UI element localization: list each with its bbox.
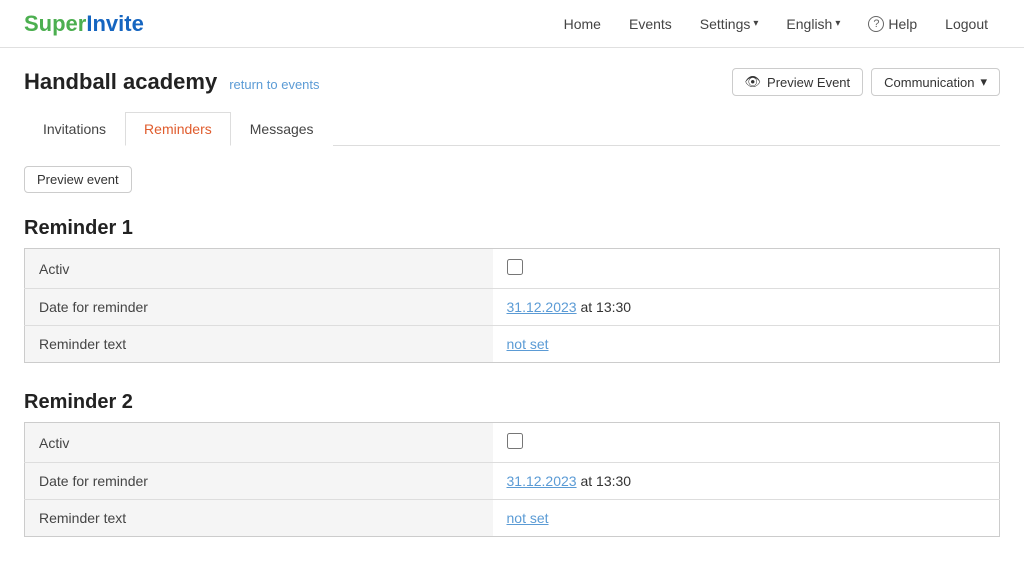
reminder-1-text-label: Reminder text bbox=[25, 326, 493, 363]
preview-event-section-button[interactable]: Preview event bbox=[24, 166, 132, 193]
communication-caret-icon: ▾ bbox=[980, 74, 987, 90]
nav-settings-dropdown[interactable]: Settings ▾ bbox=[688, 10, 771, 38]
nav-settings-label: Settings bbox=[700, 16, 751, 32]
reminder-2-title: Reminder 2 bbox=[24, 391, 1000, 414]
eye-icon: 👁 bbox=[745, 74, 762, 90]
reminder-1-active-cell bbox=[493, 249, 1000, 289]
help-circle-icon: ? bbox=[868, 16, 884, 32]
reminder-2-date-link[interactable]: 31.12.2023 bbox=[507, 473, 577, 489]
reminder-1-date-time: at 13:30 bbox=[577, 299, 632, 315]
nav-help-label: Help bbox=[888, 16, 917, 32]
reminder-2-date-label: Date for reminder bbox=[25, 463, 493, 500]
preview-event-button[interactable]: 👁 Preview Event bbox=[732, 68, 864, 96]
reminder-2-section: Reminder 2 Activ Date for reminder 31.12… bbox=[24, 391, 1000, 537]
language-caret-icon: ▾ bbox=[835, 18, 840, 29]
reminder-1-title: Reminder 1 bbox=[24, 217, 1000, 240]
table-row: Reminder text not set bbox=[25, 326, 1000, 363]
reminder-2-active-cell bbox=[493, 423, 1000, 463]
reminder-1-date-label: Date for reminder bbox=[25, 289, 493, 326]
table-row: Date for reminder 31.12.2023 at 13:30 bbox=[25, 289, 1000, 326]
nav-help[interactable]: ? Help bbox=[856, 10, 929, 38]
reminder-2-active-checkbox[interactable] bbox=[507, 433, 523, 449]
reminder-2-text-link[interactable]: not set bbox=[507, 510, 549, 526]
nav-home[interactable]: Home bbox=[552, 10, 613, 38]
nav-language-dropdown[interactable]: English ▾ bbox=[774, 10, 852, 38]
nav-links: Home Events Settings ▾ English ▾ ? Help … bbox=[552, 10, 1000, 38]
reminder-1-text-cell: not set bbox=[493, 326, 1000, 363]
brand-super: Super bbox=[24, 11, 86, 37]
page-title-group: Handball academy return to events bbox=[24, 69, 320, 95]
brand-logo[interactable]: SuperInvite bbox=[24, 11, 144, 37]
reminder-2-date-time: at 13:30 bbox=[577, 473, 632, 489]
reminder-1-date-cell: 31.12.2023 at 13:30 bbox=[493, 289, 1000, 326]
communication-label: Communication bbox=[884, 75, 974, 90]
table-row: Activ bbox=[25, 249, 1000, 289]
nav-events[interactable]: Events bbox=[617, 10, 684, 38]
main-content: Handball academy return to events 👁 Prev… bbox=[0, 48, 1024, 585]
reminder-1-active-label: Activ bbox=[25, 249, 493, 289]
table-row: Activ bbox=[25, 423, 1000, 463]
navbar: SuperInvite Home Events Settings ▾ Engli… bbox=[0, 0, 1024, 48]
nav-language-label: English bbox=[786, 16, 832, 32]
page-actions: 👁 Preview Event Communication ▾ bbox=[732, 68, 1000, 96]
preview-event-label: Preview Event bbox=[767, 75, 850, 90]
nav-logout[interactable]: Logout bbox=[933, 10, 1000, 38]
communication-dropdown-button[interactable]: Communication ▾ bbox=[871, 68, 1000, 96]
tabs-bar: Invitations Reminders Messages bbox=[24, 112, 1000, 146]
reminder-1-table: Activ Date for reminder 31.12.2023 at 13… bbox=[24, 248, 1000, 363]
table-row: Reminder text not set bbox=[25, 500, 1000, 537]
reminder-2-date-cell: 31.12.2023 at 13:30 bbox=[493, 463, 1000, 500]
table-row: Date for reminder 31.12.2023 at 13:30 bbox=[25, 463, 1000, 500]
tab-invitations[interactable]: Invitations bbox=[24, 112, 125, 146]
reminder-1-active-checkbox[interactable] bbox=[507, 259, 523, 275]
page-header: Handball academy return to events 👁 Prev… bbox=[24, 68, 1000, 96]
return-to-events-link[interactable]: return to events bbox=[229, 77, 319, 92]
reminder-2-text-cell: not set bbox=[493, 500, 1000, 537]
section-actions: Preview event bbox=[24, 166, 1000, 193]
reminder-2-table: Activ Date for reminder 31.12.2023 at 13… bbox=[24, 422, 1000, 537]
reminder-1-section: Reminder 1 Activ Date for reminder 31.12… bbox=[24, 217, 1000, 363]
page-title: Handball academy bbox=[24, 69, 217, 95]
settings-caret-icon: ▾ bbox=[753, 18, 758, 29]
tab-reminders[interactable]: Reminders bbox=[125, 112, 231, 146]
tab-messages[interactable]: Messages bbox=[231, 112, 333, 146]
reminder-1-text-link[interactable]: not set bbox=[507, 336, 549, 352]
reminder-2-text-label: Reminder text bbox=[25, 500, 493, 537]
reminder-2-active-label: Activ bbox=[25, 423, 493, 463]
brand-invite: Invite bbox=[86, 11, 143, 37]
reminder-1-date-link[interactable]: 31.12.2023 bbox=[507, 299, 577, 315]
